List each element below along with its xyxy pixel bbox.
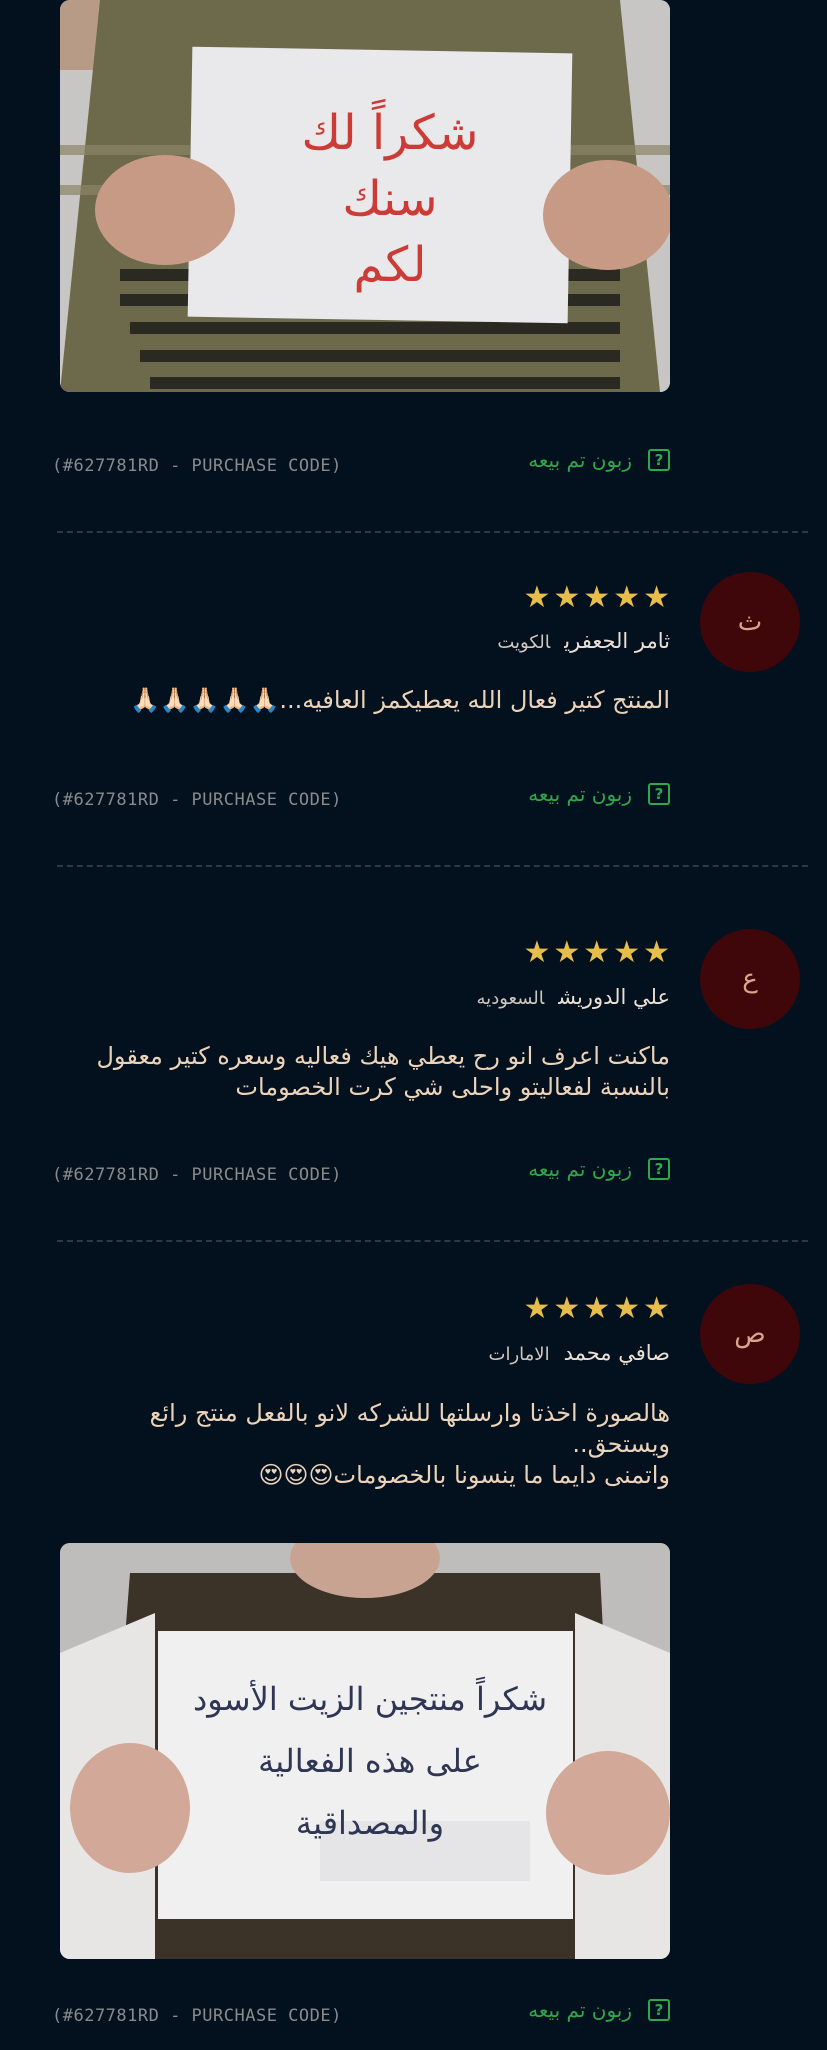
star-icon: ★	[583, 935, 611, 970]
sign-text: شكراً لك سنك لكم	[210, 100, 570, 298]
review-text: المنتج كتير فعال الله يعطيكمز العافيه...…	[129, 686, 670, 714]
star-icon: ★	[583, 580, 611, 615]
sign-line: سنك	[342, 171, 438, 227]
avatar-letter: ع	[742, 964, 758, 994]
sign-line: شكراً منتجين الزيت الأسود	[192, 1680, 548, 1718]
avatar: ث	[700, 572, 800, 672]
sign-text: شكراً منتجين الزيت الأسود على هذه الفعال…	[180, 1668, 560, 1854]
sign-line: شكراً لك	[301, 105, 479, 161]
verified-label: زبون تم بيعه	[528, 1998, 632, 2022]
star-icon: ★	[613, 580, 641, 615]
avatar-letter: ص	[734, 1319, 766, 1349]
sign-line: لكم	[353, 237, 427, 293]
review-photo-top[interactable]: شكراً لك سنك لكم	[60, 0, 670, 392]
purchase-code: (#627781RD - PURCHASE CODE)	[52, 2006, 342, 2026]
rating-stars: ★ ★ ★ ★ ★	[523, 938, 670, 968]
review-text: هالصورة اخذتا وارسلتها للشركه لانو بالفع…	[70, 1398, 670, 1491]
purchase-code: (#627781RD - PURCHASE CODE)	[52, 456, 342, 476]
review-photo[interactable]: شكراً منتجين الزيت الأسود على هذه الفعال…	[60, 1543, 670, 1959]
star-icon: ★	[613, 935, 641, 970]
sign-line: على هذه الفعالية والمصداقية	[258, 1742, 482, 1842]
author-name: صافي محمد	[563, 1341, 670, 1365]
rating-stars: ★ ★ ★ ★ ★	[523, 583, 670, 613]
review-footer: (#627781RD - PURCHASE CODE) ? زبون تم بي…	[0, 448, 827, 488]
author-country: الكويت	[497, 632, 551, 653]
review-footer: (#627781RD - PURCHASE CODE) ? زبون تم بي…	[0, 1998, 827, 2038]
star-icon: ★	[523, 935, 551, 970]
verified-buyer-badge: ? زبون تم بيعه	[528, 1157, 670, 1181]
star-icon: ★	[583, 1291, 611, 1326]
avatar: ص	[700, 1284, 800, 1384]
purchase-code: (#627781RD - PURCHASE CODE)	[52, 1165, 342, 1185]
review-text-line: واتمنى دايما ما ينسونا بالخصومات😍😍😍	[258, 1461, 670, 1489]
verified-buyer-badge: ? زبون تم بيعه	[528, 782, 670, 806]
author-name: ثامر الجعفري	[564, 629, 670, 653]
author-country: السعوديه	[476, 988, 545, 1009]
star-icon: ★	[523, 580, 551, 615]
review-divider	[57, 865, 808, 867]
review-author-line: صافي محمد الامارات	[489, 1341, 670, 1365]
question-square-icon: ?	[648, 1158, 670, 1180]
star-icon: ★	[643, 935, 670, 970]
verified-label: زبون تم بيعه	[528, 1157, 632, 1181]
question-square-icon: ?	[648, 449, 670, 471]
review-footer: (#627781RD - PURCHASE CODE) ? زبون تم بي…	[0, 782, 827, 822]
review-divider	[57, 531, 808, 533]
question-square-icon: ?	[648, 783, 670, 805]
avatar-letter: ث	[737, 607, 763, 637]
star-icon: ★	[523, 1291, 551, 1326]
star-icon: ★	[643, 580, 670, 615]
verified-label: زبون تم بيعه	[528, 782, 632, 806]
star-icon: ★	[643, 1291, 670, 1326]
review-author-line: ثامر الجعفري الكويت	[497, 629, 670, 653]
author-name: علي الدوريش	[558, 985, 670, 1009]
review-footer: (#627781RD - PURCHASE CODE) ? زبون تم بي…	[0, 1157, 827, 1197]
verified-buyer-badge: ? زبون تم بيعه	[528, 448, 670, 472]
star-icon: ★	[613, 1291, 641, 1326]
author-country: الامارات	[488, 1344, 550, 1365]
star-icon: ★	[553, 935, 581, 970]
question-square-icon: ?	[648, 1999, 670, 2021]
star-icon: ★	[553, 1291, 581, 1326]
avatar: ع	[700, 929, 800, 1029]
star-icon: ★	[553, 580, 581, 615]
verified-label: زبون تم بيعه	[528, 448, 632, 472]
purchase-code: (#627781RD - PURCHASE CODE)	[52, 790, 342, 810]
review-divider	[57, 1240, 808, 1242]
review-text: ماكنت اعرف انو رح يعطي هيك فعاليه وسعره …	[96, 1042, 670, 1101]
rating-stars: ★ ★ ★ ★ ★	[523, 1294, 670, 1324]
review-text-line: هالصورة اخذتا وارسلتها للشركه لانو بالفع…	[149, 1399, 670, 1458]
verified-buyer-badge: ? زبون تم بيعه	[528, 1998, 670, 2022]
review-author-line: علي الدوريش السعوديه	[477, 985, 670, 1009]
